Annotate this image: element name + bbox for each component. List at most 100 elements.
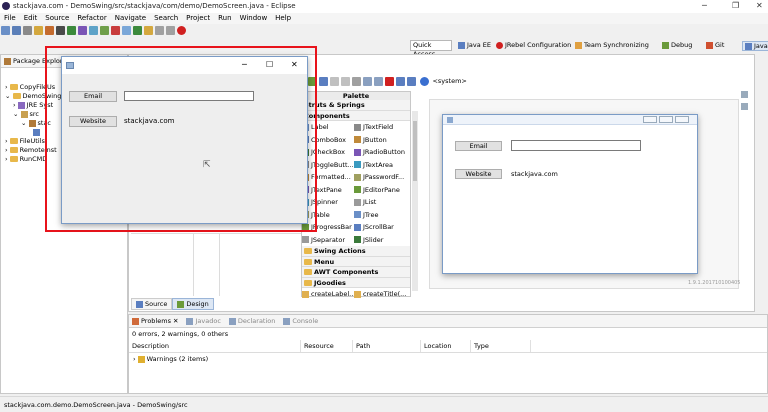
tab-console[interactable]: Console (283, 315, 318, 327)
palette-item[interactable]: JTextArea (354, 159, 410, 172)
back-icon[interactable] (155, 26, 164, 35)
new-icon[interactable] (1, 26, 10, 35)
scroll-thumb[interactable] (413, 121, 417, 181)
build-icon[interactable] (34, 26, 43, 35)
website-button[interactable]: Website (69, 116, 117, 127)
palette-item[interactable]: JButton (354, 134, 410, 147)
new-class-icon[interactable] (100, 26, 109, 35)
redo-icon[interactable] (341, 77, 350, 86)
perspective-debug[interactable]: Debug (662, 41, 692, 49)
palette-item[interactable]: JSeparator (302, 234, 354, 247)
undo-icon[interactable] (330, 77, 339, 86)
palette-item[interactable]: createTitle(... (354, 288, 410, 301)
preview-icon[interactable] (319, 77, 328, 86)
palette-item[interactable]: JRadioButton (354, 146, 410, 159)
palette-category[interactable]: Swing Actions (302, 246, 410, 257)
run-last-icon[interactable] (133, 26, 142, 35)
design-jframe[interactable]: Email Website stackjava.com (442, 114, 698, 274)
tab-source[interactable]: Source (131, 298, 173, 310)
java-icon (447, 117, 453, 123)
menu-file[interactable]: File (0, 13, 20, 24)
palette-item[interactable]: JTextField (354, 121, 410, 134)
delete-icon[interactable] (385, 77, 394, 86)
window-icon[interactable] (122, 26, 131, 35)
palette-category[interactable]: JGoodies (302, 277, 410, 288)
palette-category[interactable]: Components (302, 110, 410, 121)
forward-icon[interactable] (166, 26, 175, 35)
menu-project[interactable]: Project (182, 13, 214, 24)
tab-design[interactable]: Design (172, 298, 214, 310)
palette-category[interactable]: AWT Components (302, 267, 410, 278)
system-combo[interactable]: <system> (432, 77, 466, 85)
quick-access-field[interactable]: Quick Access (410, 40, 452, 58)
menu-edit[interactable]: Edit (20, 13, 42, 24)
properties-icon[interactable] (396, 77, 405, 86)
save-icon[interactable] (12, 26, 21, 35)
restore-icon[interactable] (741, 91, 748, 98)
col-type[interactable]: Type (471, 340, 531, 352)
problems-row[interactable]: › Warnings (2 items) (129, 353, 767, 365)
palette-item[interactable]: JScrollBar (354, 221, 410, 234)
design-email-field[interactable] (511, 140, 641, 151)
palette-category[interactable]: Menu (302, 256, 410, 267)
minimize-icon[interactable]: ─ (702, 1, 707, 10)
palette-item[interactable]: JPasswordF... (354, 171, 410, 184)
copy-icon[interactable] (363, 77, 372, 86)
palette-row: JTable JTree (302, 209, 410, 222)
design-website-button[interactable]: Website (455, 169, 502, 179)
search-icon[interactable] (78, 26, 87, 35)
view-icon[interactable] (741, 102, 748, 110)
open-type-icon[interactable] (89, 26, 98, 35)
palette-item[interactable]: JEditorPane (354, 184, 410, 197)
email-button[interactable]: Email (69, 91, 117, 102)
maximize-icon[interactable]: ☐ (266, 60, 273, 69)
menu-run[interactable]: Run (214, 13, 235, 24)
jrebel-icon[interactable] (177, 26, 186, 35)
look-and-feel-icon[interactable] (420, 77, 430, 86)
stop-icon[interactable] (111, 26, 120, 35)
menu-search[interactable]: Search (150, 13, 182, 24)
close-icon[interactable]: ✕ (291, 60, 298, 69)
col-location[interactable]: Location (421, 340, 471, 352)
menu-refactor[interactable]: Refactor (73, 13, 110, 24)
run-icon[interactable] (67, 26, 76, 35)
folder-icon (304, 269, 312, 275)
tab-javadoc[interactable]: Javadoc (186, 315, 221, 327)
maximize-icon[interactable]: ❐ (732, 1, 739, 10)
package-icon (4, 57, 11, 65)
minimize-icon[interactable]: ─ (242, 60, 247, 69)
perspective-team-sync[interactable]: Team Synchronizing (575, 41, 649, 49)
perspective-jrebel[interactable]: JRebel Configuration (496, 41, 571, 49)
palette-item[interactable]: JTree (354, 209, 410, 222)
col-resource[interactable]: Resource (301, 340, 353, 352)
perspective-java-ee[interactable]: Java EE (458, 41, 491, 49)
email-field[interactable] (124, 91, 254, 101)
folder-icon (304, 279, 312, 286)
palette-item[interactable]: JSlider (354, 234, 410, 247)
col-path[interactable]: Path (353, 340, 421, 352)
design-email-button[interactable]: Email (455, 141, 502, 151)
tab-declaration[interactable]: Declaration (228, 315, 275, 327)
menu-source[interactable]: Source (41, 13, 73, 24)
paste-icon[interactable] (374, 77, 383, 86)
print-icon[interactable] (23, 26, 32, 35)
palette-item[interactable]: JList (354, 196, 410, 209)
palette-item[interactable]: createLabel... (302, 288, 354, 301)
perspective-git[interactable]: Git (706, 41, 724, 49)
tab-problems[interactable]: Problems ✕ (132, 315, 178, 327)
cut-icon[interactable] (352, 77, 361, 86)
palette-row: JCheckBox JRadioButton (302, 146, 410, 159)
palette-scrollbar[interactable] (412, 111, 418, 291)
layout-icon[interactable] (407, 77, 416, 86)
debug-icon[interactable] (56, 26, 65, 35)
external-tools-icon[interactable] (144, 26, 153, 35)
menu-help[interactable]: Help (271, 13, 295, 24)
menu-window[interactable]: Window (236, 13, 272, 24)
tool-icon[interactable] (45, 26, 54, 35)
close-icon[interactable]: ✕ (756, 1, 763, 10)
menu-navigate[interactable]: Navigate (111, 13, 150, 24)
palette-category[interactable]: Struts & Springs (302, 100, 410, 111)
col-description[interactable]: Description (129, 340, 301, 352)
perspective-java[interactable]: Java (742, 41, 768, 51)
running-jframe[interactable]: ─ ☐ ✕ Email Website stackjava.com ⇱ (61, 56, 308, 224)
